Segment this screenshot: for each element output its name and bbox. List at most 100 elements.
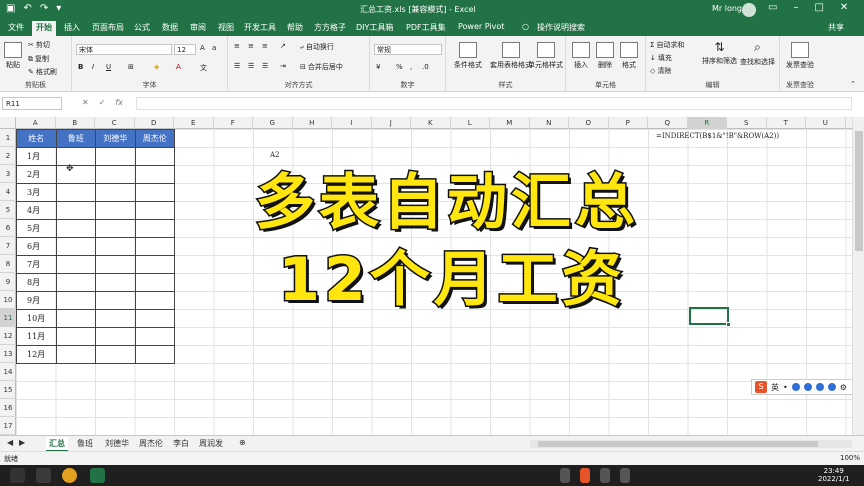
header-cell[interactable]: 姓名 bbox=[16, 129, 57, 148]
row-header[interactable]: 12 bbox=[0, 327, 16, 345]
row-header[interactable]: 15 bbox=[0, 381, 16, 399]
select-all-corner[interactable] bbox=[0, 117, 16, 129]
format-painter-button[interactable]: ✎ 格式刷 bbox=[28, 67, 57, 77]
header-cell[interactable]: 刘德华 bbox=[95, 129, 136, 148]
sheet-tab-zhoujielun[interactable]: 周杰伦 bbox=[136, 437, 166, 450]
row-header[interactable]: 16 bbox=[0, 399, 16, 417]
month-cell[interactable]: 1月 bbox=[16, 147, 57, 166]
value-cell[interactable] bbox=[134, 327, 175, 346]
sheet-tab-libai[interactable]: 李白 bbox=[170, 437, 192, 450]
cell-styles-button[interactable]: 单元格样式 bbox=[528, 42, 563, 70]
volume-icon[interactable] bbox=[620, 468, 630, 483]
column-header[interactable]: G bbox=[253, 117, 293, 129]
customize-icon[interactable]: ▾ bbox=[56, 3, 61, 14]
copy-button[interactable]: ⧉ 复制 bbox=[28, 54, 49, 64]
voice-icon[interactable] bbox=[803, 383, 812, 391]
fill-handle[interactable] bbox=[726, 322, 731, 327]
redo-icon[interactable]: ↷ bbox=[40, 3, 48, 14]
font-size-select[interactable]: 12 bbox=[174, 44, 196, 55]
column-header[interactable]: E bbox=[174, 117, 214, 129]
minimize-icon[interactable]: – bbox=[793, 2, 798, 13]
sheet-tab-liudehua[interactable]: 刘德华 bbox=[102, 437, 132, 450]
font-color-icon[interactable]: A bbox=[176, 63, 181, 71]
row-header[interactable]: 13 bbox=[0, 345, 16, 363]
tray-icon[interactable] bbox=[560, 468, 570, 483]
column-header[interactable]: N bbox=[530, 117, 569, 129]
percent-icon[interactable]: % bbox=[396, 63, 403, 71]
keyboard-icon[interactable] bbox=[815, 383, 824, 391]
value-cell[interactable] bbox=[55, 327, 96, 346]
column-header[interactable]: L bbox=[451, 117, 490, 129]
value-cell[interactable] bbox=[55, 345, 96, 364]
start-icon[interactable] bbox=[10, 468, 25, 483]
tab-view[interactable]: 视图 bbox=[218, 22, 234, 33]
value-cell[interactable] bbox=[134, 147, 175, 166]
value-cell[interactable] bbox=[134, 345, 175, 364]
column-header[interactable]: D bbox=[135, 117, 174, 129]
tab-insert[interactable]: 插入 bbox=[64, 22, 80, 33]
phonetic-icon[interactable]: 文 bbox=[200, 63, 207, 73]
next-sheet-icon[interactable]: ▶ bbox=[16, 437, 28, 448]
column-header[interactable]: K bbox=[411, 117, 451, 129]
value-cell[interactable] bbox=[95, 327, 136, 346]
fill-color-icon[interactable]: ◈ bbox=[154, 63, 159, 71]
close-icon[interactable]: ✕ bbox=[840, 2, 848, 13]
orientation-icon[interactable]: ↗ bbox=[280, 42, 286, 50]
align-top-icon[interactable]: ≡ bbox=[234, 42, 240, 50]
bold-icon[interactable]: B bbox=[78, 63, 83, 71]
tab-formulas[interactable]: 公式 bbox=[134, 22, 150, 33]
taskbar-clock[interactable]: 23:49 2022/1/1 bbox=[818, 467, 849, 483]
month-cell[interactable]: 12月 bbox=[16, 345, 57, 364]
align-left-icon[interactable]: ☰ bbox=[234, 62, 240, 70]
formula-input[interactable] bbox=[136, 97, 852, 110]
align-middle-icon[interactable]: ≡ bbox=[248, 42, 254, 50]
merge-center-button[interactable]: ⊟ 合并后居中 bbox=[300, 62, 343, 72]
chrome-icon[interactable] bbox=[62, 468, 77, 483]
tools-icon[interactable]: ⚙ bbox=[840, 383, 847, 392]
avatar[interactable] bbox=[742, 3, 756, 17]
column-header[interactable]: H bbox=[293, 117, 332, 129]
insert-cells-button[interactable]: 插入 bbox=[572, 42, 590, 70]
delete-cells-button[interactable]: 删除 bbox=[596, 42, 614, 70]
wrap-text-button[interactable]: ⤶ 自动换行 bbox=[300, 42, 334, 52]
tab-diy-toolbox[interactable]: DIY工具箱 bbox=[356, 22, 393, 33]
undo-icon[interactable]: ↶ bbox=[23, 3, 31, 14]
autosum-button[interactable]: Σ 自动求和 bbox=[650, 40, 684, 50]
column-header[interactable]: C bbox=[95, 117, 135, 129]
sheet-tab-luban[interactable]: 鲁班 bbox=[74, 437, 96, 450]
tell-me-search[interactable]: 操作说明搜索 bbox=[537, 22, 585, 33]
column-header[interactable]: O bbox=[569, 117, 609, 129]
header-cell[interactable]: 鲁班 bbox=[55, 129, 96, 148]
column-header[interactable]: I bbox=[332, 117, 372, 129]
skin-icon[interactable] bbox=[827, 383, 836, 391]
align-bottom-icon[interactable]: ≡ bbox=[262, 42, 268, 50]
clear-button[interactable]: ◇ 清除 bbox=[650, 66, 671, 76]
italic-icon[interactable]: I bbox=[92, 63, 94, 71]
conditional-format-button[interactable]: 条件格式 bbox=[454, 42, 482, 70]
tab-home[interactable]: 开始 bbox=[32, 21, 56, 36]
enter-icon[interactable]: ✓ bbox=[99, 98, 106, 107]
border-icon[interactable]: ⊞ bbox=[128, 63, 134, 71]
tab-developer[interactable]: 开发工具 bbox=[244, 22, 276, 33]
invoice-check-button[interactable]: 发票查验 bbox=[786, 42, 814, 70]
column-header[interactable]: R bbox=[687, 117, 727, 129]
sort-filter-button[interactable]: ⇅ 排序和筛选 bbox=[702, 40, 737, 66]
tab-fangfang[interactable]: 方方格子 bbox=[314, 22, 346, 33]
excel-taskbar-icon[interactable] bbox=[90, 468, 105, 483]
column-header[interactable]: P bbox=[609, 117, 648, 129]
tab-data[interactable]: 数据 bbox=[162, 22, 178, 33]
row-header[interactable]: 2 bbox=[0, 147, 16, 165]
zoom-level[interactable]: 100% bbox=[840, 454, 860, 462]
column-header[interactable]: Q bbox=[648, 117, 688, 129]
currency-icon[interactable]: ¥ bbox=[376, 63, 380, 71]
sogou-icon[interactable]: S bbox=[755, 381, 767, 393]
column-header[interactable]: S bbox=[727, 117, 767, 129]
alien-icon[interactable] bbox=[36, 468, 51, 483]
cell-g2[interactable]: A2 bbox=[270, 151, 280, 159]
column-header[interactable]: M bbox=[490, 117, 530, 129]
name-box[interactable]: R11 bbox=[2, 97, 62, 110]
underline-icon[interactable]: U bbox=[106, 63, 111, 71]
fill-button[interactable]: ↓ 填充 bbox=[650, 53, 672, 63]
grow-font-icon[interactable]: A bbox=[200, 44, 205, 52]
value-cell[interactable] bbox=[95, 147, 136, 166]
